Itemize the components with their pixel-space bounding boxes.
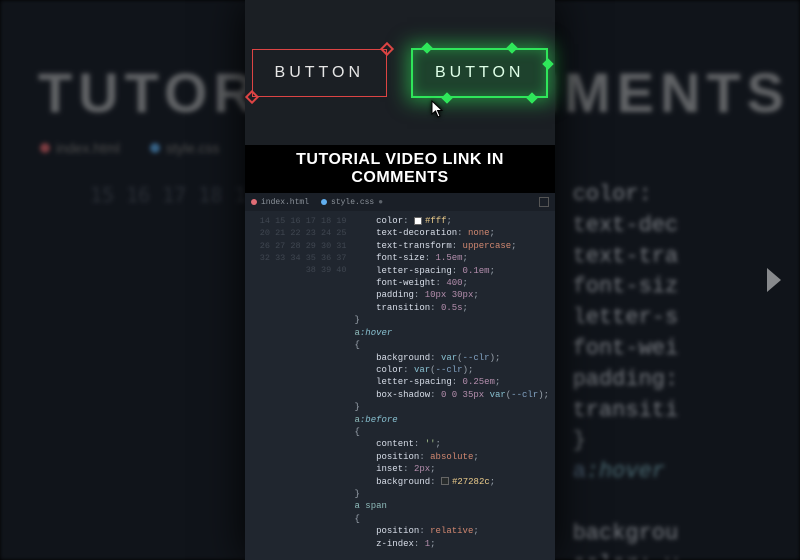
particle-icon (527, 92, 538, 103)
caption-banner: TUTORIAL VIDEO LINK IN COMMENTS (245, 145, 555, 193)
video-frame: TUTORI OMMENTS index.html style.css 15 1… (0, 0, 800, 560)
editor-tabs: index.html style.css ● (245, 193, 555, 211)
button-label: BUTTON (435, 64, 524, 81)
tab-index-html[interactable]: index.html (251, 198, 309, 207)
particle-icon (543, 58, 554, 69)
bg-tab-css[interactable]: style.css (150, 140, 220, 156)
panel-toggle-icon[interactable] (539, 197, 549, 207)
particle-icon (507, 42, 518, 53)
bg-tab-html[interactable]: index.html (40, 140, 120, 156)
code-area[interactable]: color: #fff; text-decoration: none; text… (355, 215, 550, 550)
mouse-cursor-icon (431, 100, 445, 118)
corner-decoration-icon (244, 89, 258, 103)
corner-decoration-icon (380, 41, 394, 55)
demo-button-default[interactable]: BUTTON (252, 49, 387, 97)
bg-editor-tabs: index.html style.css (40, 140, 220, 156)
phone-overlay: BUTTON BUTTON TUTORIAL VIDEO LINK IN COM… (245, 0, 555, 560)
next-arrow-icon[interactable] (754, 260, 794, 300)
line-gutter: 14 15 16 17 18 19 20 21 22 23 24 25 26 2… (247, 215, 347, 550)
button-preview-area: BUTTON BUTTON (245, 0, 555, 145)
demo-button-hover[interactable]: BUTTON (411, 48, 548, 98)
tab-style-css[interactable]: style.css ● (321, 198, 383, 207)
particle-icon (421, 42, 432, 53)
bg-code: color: text-dec text-tra font-siz letter… (573, 180, 679, 560)
button-label: BUTTON (275, 64, 364, 81)
code-editor: index.html style.css ● 14 15 16 17 18 19… (245, 193, 555, 560)
